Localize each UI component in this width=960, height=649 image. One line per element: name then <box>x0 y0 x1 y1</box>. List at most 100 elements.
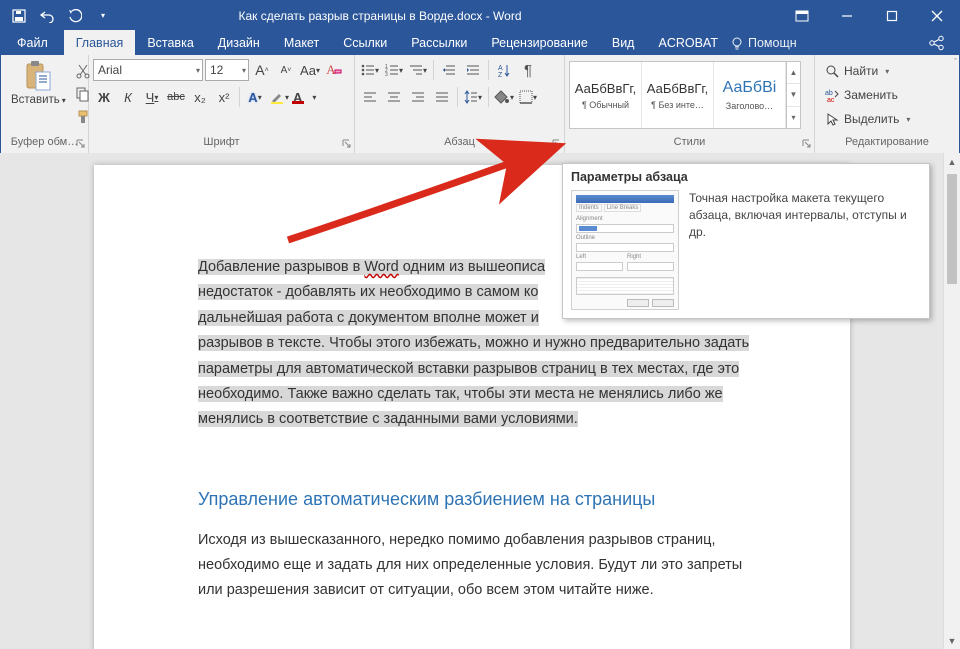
font-color-button[interactable]: A▾ <box>292 86 317 108</box>
style-normal[interactable]: АаБбВвГг, ¶ Обычный <box>570 62 642 128</box>
paragraph-tooltip: Параметры абзаца IndentsLine Breaks Alig… <box>562 163 930 319</box>
tab-view[interactable]: Вид <box>600 30 647 55</box>
sort-button[interactable]: AZ <box>493 59 515 81</box>
ribbon-display-options-icon[interactable] <box>779 1 824 30</box>
tooltip-title: Параметры абзаца <box>571 170 921 184</box>
show-marks-button[interactable]: ¶ <box>517 59 539 81</box>
highlight-button[interactable]: ▾ <box>268 86 290 108</box>
tell-me[interactable]: Помощн <box>730 30 803 55</box>
align-left-button[interactable] <box>359 86 381 108</box>
shading-button[interactable]: ▾ <box>493 86 515 108</box>
style-heading[interactable]: АаБбВі Заголово… <box>714 62 786 128</box>
align-right-button[interactable] <box>407 86 429 108</box>
tab-acrobat[interactable]: ACROBAT <box>646 30 730 55</box>
group-paragraph-label: Абзац <box>444 136 475 148</box>
grow-font-button[interactable]: A˄ <box>251 59 273 81</box>
style-no-spacing[interactable]: АаБбВвГг, ¶ Без инте… <box>642 62 714 128</box>
decrease-indent-button[interactable] <box>438 59 460 81</box>
svg-text:3: 3 <box>385 72 388 76</box>
group-font-label: Шрифт <box>203 136 239 148</box>
scroll-down-icon[interactable]: ▼ <box>944 632 960 649</box>
font-size-combo[interactable]: 12▾ <box>205 59 249 81</box>
select-button[interactable]: Выделить▾ <box>819 108 916 130</box>
group-font: Arial▾ 12▾ A˄ A˅ Aa▾ A Ж К Ч▾ abc x₂ x² … <box>89 55 355 153</box>
tooltip-description: Точная настройка макета текущего абзаца,… <box>689 190 921 310</box>
group-styles: АаБбВвГг, ¶ Обычный АаБбВвГг, ¶ Без инте… <box>565 55 815 153</box>
tab-file[interactable]: Файл <box>1 30 64 55</box>
save-icon[interactable] <box>9 6 29 26</box>
font-name-combo[interactable]: Arial▾ <box>93 59 203 81</box>
italic-button[interactable]: К <box>117 86 139 108</box>
styles-scroll-up[interactable]: ▲ <box>787 62 800 84</box>
account-area[interactable] <box>653 7 773 25</box>
group-paragraph: ▾ 123▾ ▾ AZ ¶ ▾ ▾ ▾ Абза <box>355 55 565 153</box>
group-editing-label: Редактирование <box>845 136 929 148</box>
redo-icon[interactable] <box>65 6 85 26</box>
styles-scroll-down[interactable]: ▼ <box>787 84 800 106</box>
tab-review[interactable]: Рецензирование <box>479 30 600 55</box>
heading-2: Управление автоматическим разбиением на … <box>198 489 770 510</box>
maximize-icon[interactable] <box>869 1 914 30</box>
paragraph-dialog-launcher[interactable] <box>550 137 562 149</box>
find-button[interactable]: Найти▾ <box>819 60 916 82</box>
tab-references[interactable]: Ссылки <box>331 30 399 55</box>
share-button[interactable] <box>915 30 959 55</box>
font-dialog-launcher[interactable] <box>340 137 352 149</box>
styles-dialog-launcher[interactable] <box>800 137 812 149</box>
qat-customize-icon[interactable]: ▾ <box>93 6 113 26</box>
styles-gallery[interactable]: АаБбВвГг, ¶ Обычный АаБбВвГг, ¶ Без инте… <box>569 61 801 129</box>
bullets-button[interactable]: ▾ <box>359 59 381 81</box>
bulb-icon <box>730 36 744 50</box>
title-bar: ▾ Как сделать разрыв страницы в Ворде.do… <box>1 1 959 30</box>
paste-icon <box>22 60 54 92</box>
undo-icon[interactable] <box>37 6 57 26</box>
increase-indent-button[interactable] <box>462 59 484 81</box>
svg-text:ab: ab <box>825 90 833 97</box>
vertical-scrollbar[interactable]: ▲ ▼ <box>943 153 960 649</box>
close-icon[interactable] <box>914 1 959 30</box>
styles-gallery-more: ▲ ▼ ▾ <box>786 62 800 128</box>
replace-icon: abac <box>825 88 839 102</box>
text-effects-button[interactable]: A▾ <box>244 86 266 108</box>
multilevel-list-button[interactable]: ▾ <box>407 59 429 81</box>
tell-me-label: Помощн <box>748 36 797 50</box>
superscript-button[interactable]: x² <box>213 86 235 108</box>
styles-expand[interactable]: ▾ <box>787 107 800 128</box>
svg-text:A: A <box>498 65 503 72</box>
svg-text:Z: Z <box>498 72 503 77</box>
document-title: Как сделать разрыв страницы в Ворде.docx… <box>113 9 647 23</box>
scroll-thumb[interactable] <box>947 174 957 284</box>
change-case-button[interactable]: Aa▾ <box>299 59 321 81</box>
tab-design[interactable]: Дизайн <box>206 30 272 55</box>
window-controls <box>779 1 959 30</box>
paste-button[interactable]: Вставить▾ <box>5 58 72 106</box>
paste-label: Вставить <box>11 94 60 106</box>
tab-home[interactable]: Главная <box>64 30 136 55</box>
tab-insert[interactable]: Вставка <box>135 30 205 55</box>
subscript-button[interactable]: x₂ <box>189 86 211 108</box>
collapse-ribbon-icon[interactable]: ˆ <box>954 57 957 67</box>
tab-mailings[interactable]: Рассылки <box>399 30 479 55</box>
strikethrough-button[interactable]: abc <box>165 86 187 108</box>
tab-layout[interactable]: Макет <box>272 30 331 55</box>
clear-formatting-button[interactable]: A <box>323 59 345 81</box>
group-clipboard-label: Буфер обм… <box>11 136 78 148</box>
tooltip-preview-image: IndentsLine Breaks Alignment Outline Lef… <box>571 190 679 310</box>
shrink-font-button[interactable]: A˅ <box>275 59 297 81</box>
ribbon: Вставить▾ Буфер обм… Arial▾ 12▾ <box>1 55 959 154</box>
clipboard-dialog-launcher[interactable] <box>74 137 86 149</box>
minimize-icon[interactable] <box>824 1 869 30</box>
group-styles-label: Стили <box>674 136 706 148</box>
scroll-up-icon[interactable]: ▲ <box>944 153 960 170</box>
numbering-button[interactable]: 123▾ <box>383 59 405 81</box>
underline-button[interactable]: Ч▾ <box>141 86 163 108</box>
body-paragraph-2: Исходя из вышесказанного, нередко помимо… <box>198 528 770 604</box>
borders-button[interactable]: ▾ <box>517 86 539 108</box>
align-center-button[interactable] <box>383 86 405 108</box>
ribbon-tabs: Файл Главная Вставка Дизайн Макет Ссылки… <box>1 30 959 55</box>
svg-text:ac: ac <box>827 97 835 102</box>
replace-button[interactable]: abac Заменить <box>819 84 916 106</box>
bold-button[interactable]: Ж <box>93 86 115 108</box>
justify-button[interactable] <box>431 86 453 108</box>
line-spacing-button[interactable]: ▾ <box>462 86 484 108</box>
